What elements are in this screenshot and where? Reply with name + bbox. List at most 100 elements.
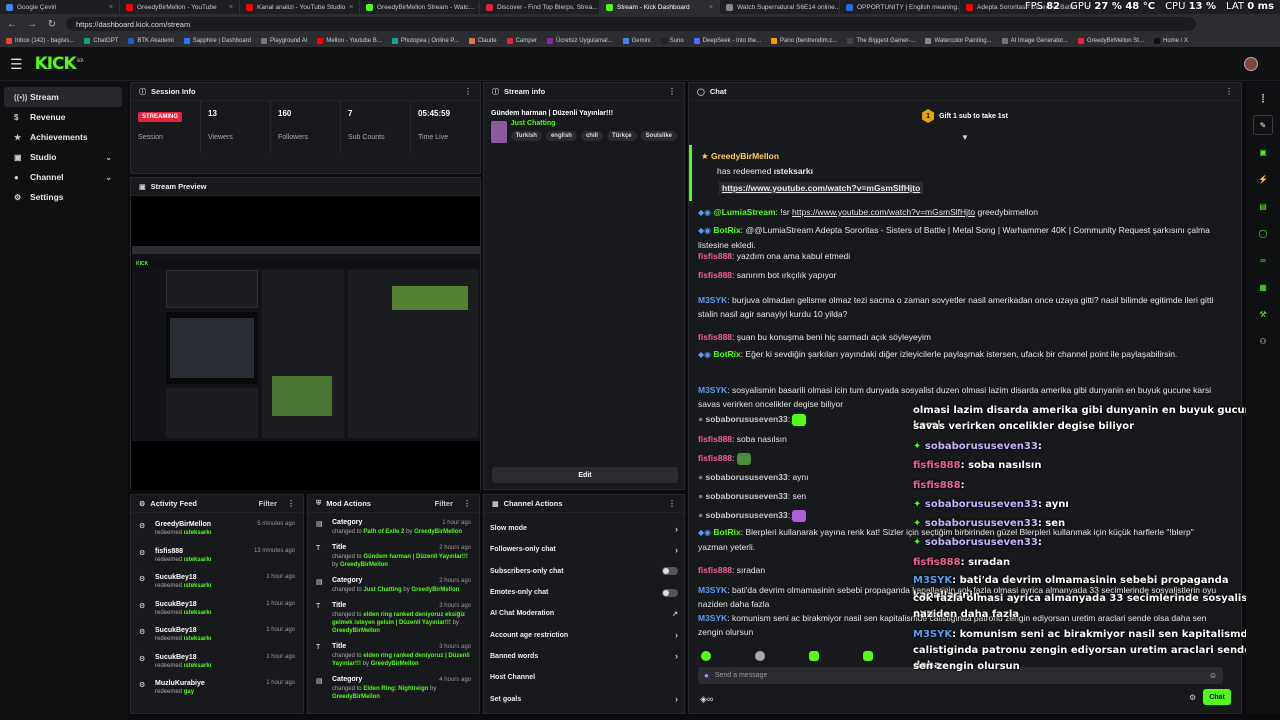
chat-username[interactable]: fisfis888 [698, 565, 732, 575]
close-icon[interactable]: × [349, 4, 353, 11]
more-icon[interactable]: ⋮ [463, 499, 471, 508]
emote-icon[interactable] [755, 651, 765, 661]
tag-chip[interactable]: english [545, 131, 577, 141]
bookmark-item[interactable]: AI Image Generator... [1001, 37, 1068, 44]
close-icon[interactable]: × [109, 4, 113, 11]
chat-username[interactable]: @LumiaStream [713, 207, 775, 217]
bookmark-item[interactable]: Watercolor Painting... [925, 37, 992, 44]
channel-action-item[interactable]: Set goals › [484, 688, 684, 709]
bookmark-item[interactable]: Home / X [1153, 37, 1188, 44]
sidebar-item-channel[interactable]: ● Channel ⌄ [4, 167, 122, 187]
channel-action-item[interactable]: Slow mode › [484, 518, 684, 539]
chat-username[interactable]: sobaborususeven33 [706, 491, 788, 501]
bookmark-item[interactable]: Mellon - Youtube B... [317, 37, 382, 44]
browser-tab[interactable]: Discover - Find Top Blerps, Strea...× [480, 0, 600, 14]
sidebar-item-stream[interactable]: ((•)) Stream [4, 87, 122, 107]
chat-username[interactable]: M3SYK [698, 385, 727, 395]
emote-icon[interactable] [809, 651, 819, 661]
close-icon[interactable]: × [709, 4, 713, 11]
reload-icon[interactable]: ↻ [46, 19, 58, 30]
channel-action-item[interactable]: Followers-only chat › [484, 539, 684, 560]
toggle-switch[interactable] [662, 567, 678, 576]
category-link[interactable]: Just Chatting [511, 120, 677, 127]
more-icon[interactable]: ⋮ [464, 87, 472, 96]
chat-link[interactable]: https://www.youtube.com/watch?v=mGsmSlfH… [792, 207, 975, 217]
chat-username[interactable]: BotRix [713, 527, 740, 537]
emote-icon[interactable] [863, 651, 873, 661]
chat-username[interactable]: fisfis888 [698, 251, 732, 261]
bookmark-item[interactable]: BTK Akademi [128, 37, 174, 44]
chat-username[interactable]: M3SYK [698, 585, 727, 595]
browser-tab[interactable]: GreedyBirMellon Stream - Watc...× [360, 0, 480, 14]
edit-icon[interactable]: ✎ [1253, 115, 1273, 135]
lightning-icon[interactable]: ⚡ [1253, 169, 1273, 189]
chat-username[interactable]: fisfis888 [698, 453, 732, 463]
browser-tab[interactable]: GreedyBirMellon - YouTube × [120, 0, 240, 14]
toggle-switch[interactable] [662, 588, 678, 597]
chat-username[interactable]: sobaborususeven33 [706, 414, 788, 424]
stream-preview-video[interactable]: KICK [131, 196, 480, 490]
kick-logo[interactable]: KICKBETA [35, 54, 84, 74]
bookmark-item[interactable]: Claude [468, 37, 497, 44]
toggle-sidebar-icon[interactable]: ┋ [1253, 88, 1273, 108]
bookmark-item[interactable]: Playground AI [261, 37, 307, 44]
menu-icon[interactable]: ☰ [10, 56, 23, 73]
channel-action-item[interactable]: Account age restriction › [484, 624, 684, 645]
chat-username[interactable]: BotRix [713, 225, 740, 235]
forward-icon[interactable]: → [26, 19, 38, 30]
bookmark-item[interactable]: Pano (bentrendim.c... [771, 37, 837, 44]
bookmark-item[interactable]: Photopea | Online P... [391, 37, 459, 44]
tag-chip[interactable]: Turkish [510, 131, 542, 141]
filter-button[interactable]: Filter [259, 499, 277, 508]
chat-username[interactable]: fisfis888 [698, 270, 732, 280]
sidebar-item-achievements[interactable]: ★ Achievements [4, 127, 122, 147]
browser-tab[interactable]: OPPORTUNITY | English meaning...× [840, 0, 960, 14]
gift-leaderboard[interactable]: 1 Gift 1 sub to take 1st [689, 109, 1241, 123]
browser-tab[interactable]: Google Çeviri × [0, 0, 120, 14]
gear-icon[interactable]: ⚙ [1189, 693, 1196, 702]
bookmark-item[interactable]: Inbox (142) - bagisis... [6, 37, 74, 44]
bookmark-item[interactable]: Ücretsiz Uygulamal... [546, 37, 613, 44]
microphone-icon[interactable]: ● [704, 671, 709, 680]
sidebar-item-settings[interactable]: ⚙ Settings [4, 187, 122, 207]
more-icon[interactable]: ⋮ [668, 499, 676, 508]
clipboard-icon[interactable]: ▤ [1253, 196, 1273, 216]
send-chat-button[interactable]: Chat [1203, 689, 1231, 705]
chat-username[interactable]: sobaborususeven33 [706, 510, 788, 520]
sidebar-item-revenue[interactable]: $ Revenue [4, 107, 122, 127]
url-input[interactable]: https://dashboard.kick.com/stream [66, 17, 1196, 31]
bookmark-item[interactable]: The Biggest Gamer-... [847, 37, 915, 44]
browser-tab[interactable]: Watch Supernatural S6E14 online...× [720, 0, 840, 14]
tag-chip[interactable]: Türkçe [606, 131, 637, 141]
bookmark-item[interactable]: Camper [506, 37, 537, 44]
bookmark-item[interactable]: ChatGPT [84, 37, 118, 44]
browser-tab[interactable]: Kanal analizi - YouTube Studio × [240, 0, 360, 14]
close-icon[interactable]: × [229, 4, 233, 11]
user-avatar[interactable] [1244, 57, 1258, 71]
tag-chip[interactable]: Soulslike [640, 131, 677, 141]
tag-chip[interactable]: chill [580, 131, 603, 141]
filter-button[interactable]: Filter [435, 499, 453, 508]
collapse-icon[interactable]: ▼ [961, 133, 969, 142]
chat-username[interactable]: fisfis888 [698, 332, 732, 342]
channel-action-item[interactable]: Banned words › [484, 646, 684, 667]
chat-username[interactable]: sobaborususeven33 [706, 472, 788, 482]
channel-action-item[interactable]: Host Channel [484, 667, 684, 688]
edit-button[interactable]: Edit [492, 467, 678, 483]
channel-action-item[interactable]: Emotes-only chat [484, 582, 684, 603]
bookmark-item[interactable]: Gemini [622, 37, 651, 44]
sidebar-item-studio[interactable]: ▣ Studio ⌄ [4, 147, 122, 167]
chat-tools-icon[interactable]: ◈∞ [700, 694, 713, 705]
bookmark-item[interactable]: DeepSeek - Into the... [693, 37, 761, 44]
bookmark-item[interactable]: Sapphire | Dashboard [183, 37, 251, 44]
pinned-link[interactable]: https://www.youtube.com/watch?v=mGsmSlfH… [719, 182, 924, 194]
back-icon[interactable]: ← [6, 19, 18, 30]
more-icon[interactable]: ⋮ [668, 87, 676, 96]
apps-icon[interactable]: ⚇ [1253, 331, 1273, 351]
browser-tab[interactable]: Stream - Kick Dashboard × [600, 0, 720, 14]
mod-tools-icon[interactable]: ▣ [1253, 142, 1273, 162]
chat-bubble-icon[interactable]: ◯ [1253, 223, 1273, 243]
bookmark-item[interactable]: Suno [660, 37, 684, 44]
more-icon[interactable]: ⋮ [287, 499, 295, 508]
chat-username[interactable]: M3SYK [698, 613, 727, 623]
